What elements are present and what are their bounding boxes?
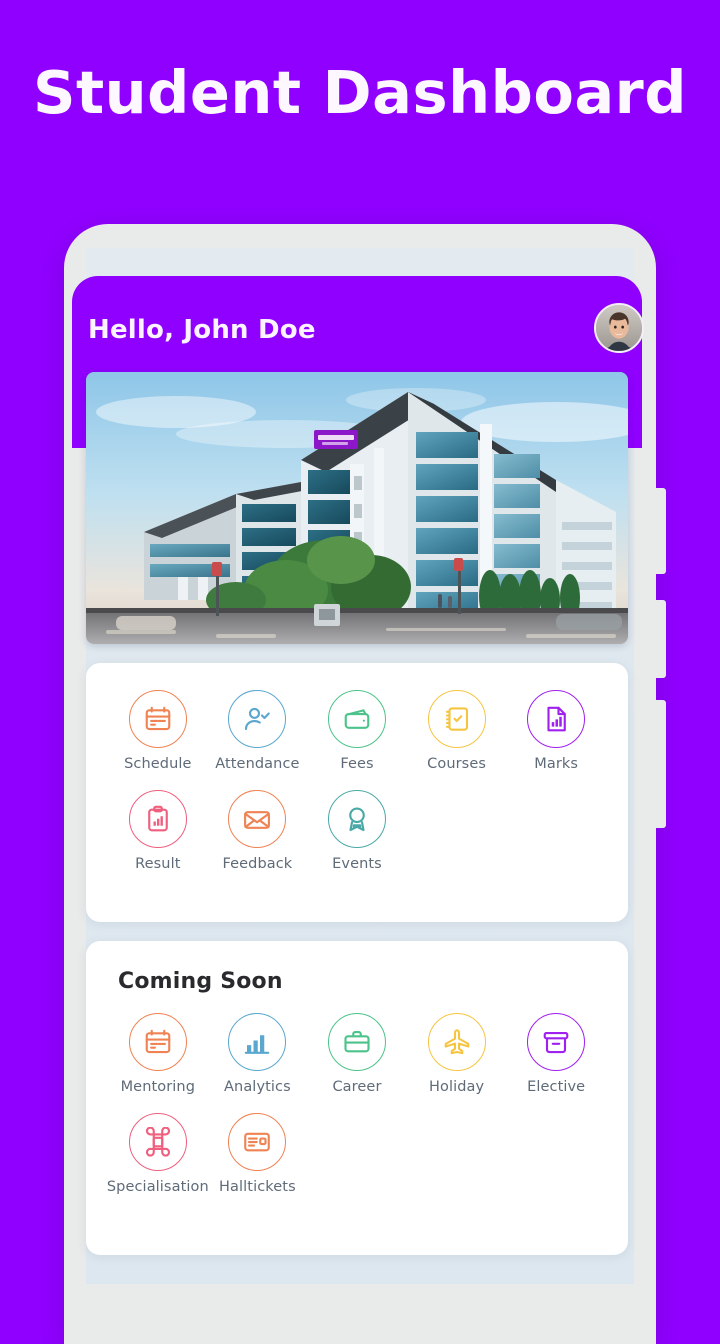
tile-label: Events xyxy=(332,856,382,872)
tile-events[interactable]: Events xyxy=(307,790,407,872)
coming-soon-card: Coming Soon Mentoring Analytics Career Holi… xyxy=(86,941,628,1255)
tile-elective[interactable]: Elective xyxy=(506,1013,606,1095)
wallet-icon xyxy=(327,690,386,748)
volume-down-button[interactable] xyxy=(656,600,666,678)
tile-label: Courses xyxy=(427,756,487,772)
user-check-icon xyxy=(228,690,287,748)
tile-courses[interactable]: Courses xyxy=(407,690,507,772)
tile-result[interactable]: Result xyxy=(108,790,208,872)
command-icon xyxy=(128,1113,187,1171)
tile-career[interactable]: Career xyxy=(307,1013,407,1095)
greeting-text: Hello, John Doe xyxy=(88,315,316,345)
tile-label: Analytics xyxy=(224,1079,291,1095)
tile-halltickets[interactable]: Halltickets xyxy=(208,1113,308,1195)
clipboard-chart-icon xyxy=(128,790,187,848)
checklist-icon xyxy=(427,690,486,748)
archive-box-icon xyxy=(527,1013,586,1071)
airplane-icon xyxy=(427,1013,486,1071)
page-title: Student Dashboard xyxy=(32,58,687,127)
tile-label: Holiday xyxy=(428,1079,485,1095)
tile-feedback[interactable]: Feedback xyxy=(208,790,308,872)
tile-label: Mentoring xyxy=(120,1079,196,1095)
envelope-icon xyxy=(228,790,287,848)
tile-label: Marks xyxy=(534,756,579,772)
tile-label: Elective xyxy=(527,1079,586,1095)
tile-attendance[interactable]: Attendance xyxy=(208,690,308,772)
tile-analytics[interactable]: Analytics xyxy=(208,1013,308,1095)
campus-banner-image xyxy=(86,372,628,644)
tile-mentoring[interactable]: Mentoring xyxy=(108,1013,208,1095)
briefcase-icon xyxy=(327,1013,386,1071)
apps-card: Schedule Attendance Fees Courses Marks Result… xyxy=(86,663,628,922)
tile-marks[interactable]: Marks xyxy=(506,690,606,772)
tile-label: Specialisation xyxy=(106,1179,209,1195)
tile-label: Schedule xyxy=(124,756,192,772)
calendar-icon xyxy=(128,690,187,748)
bar-chart-icon xyxy=(228,1013,287,1071)
tile-specialisation[interactable]: Specialisation xyxy=(106,1113,209,1195)
tile-label: Result xyxy=(135,856,181,872)
apps-grid: Schedule Attendance Fees Courses Marks Result… xyxy=(86,690,628,890)
calendar-icon xyxy=(128,1013,187,1071)
banner-illustration xyxy=(86,372,628,644)
tile-schedule[interactable]: Schedule xyxy=(108,690,208,772)
avatar[interactable] xyxy=(594,303,644,353)
id-card-icon xyxy=(228,1113,287,1171)
tile-label: Fees xyxy=(340,756,374,772)
tile-label: Feedback xyxy=(222,856,293,872)
volume-up-button[interactable] xyxy=(656,488,666,574)
tile-label: Career xyxy=(332,1079,382,1095)
power-button[interactable] xyxy=(656,700,666,828)
avatar-photo xyxy=(596,305,642,351)
chart-document-icon xyxy=(527,690,586,748)
tile-label: Attendance xyxy=(215,756,300,772)
award-ribbon-icon xyxy=(327,790,386,848)
tile-fees[interactable]: Fees xyxy=(307,690,407,772)
tile-label: Halltickets xyxy=(219,1179,296,1195)
coming-soon-title: Coming Soon xyxy=(118,969,283,994)
coming-soon-grid: Mentoring Analytics Career Holiday Elective S… xyxy=(86,1013,628,1213)
tile-holiday[interactable]: Holiday xyxy=(407,1013,507,1095)
